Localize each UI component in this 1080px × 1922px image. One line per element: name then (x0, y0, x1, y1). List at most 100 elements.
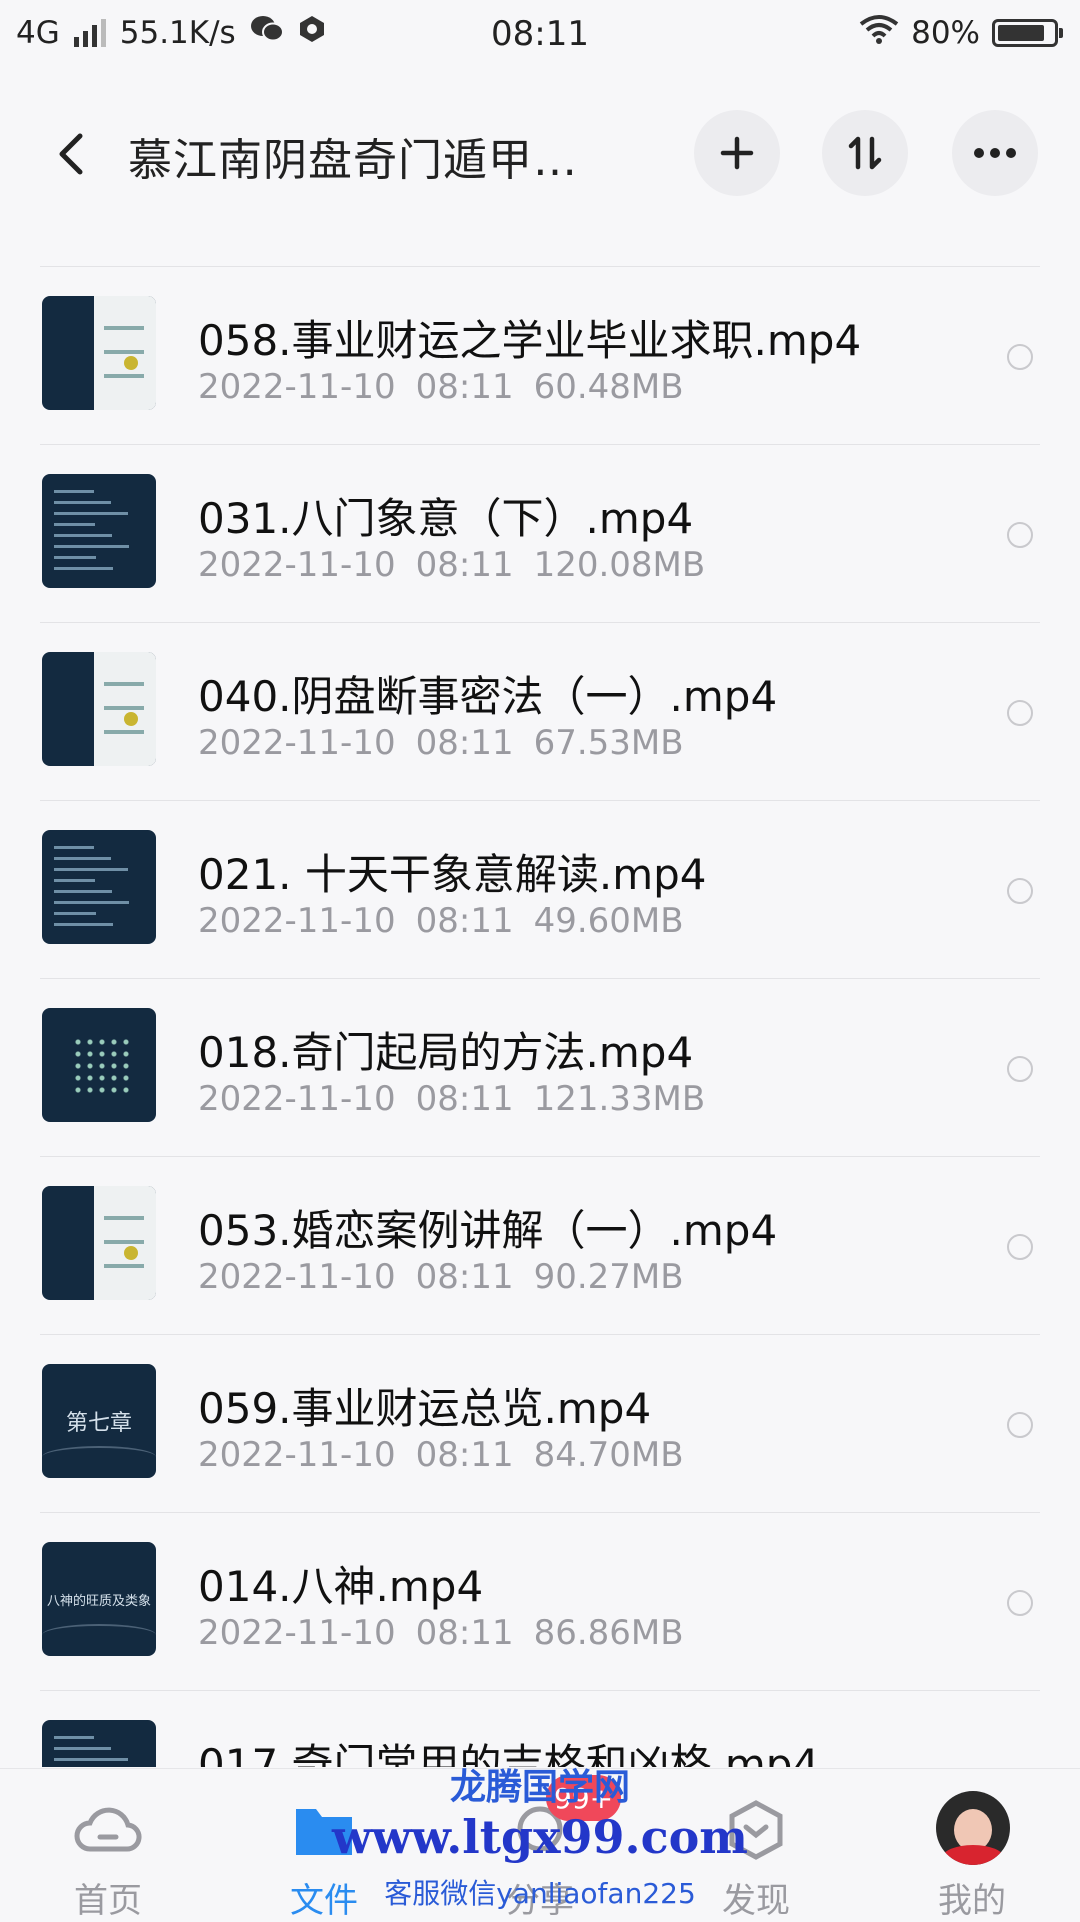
file-date: 2022-11-10 (198, 723, 396, 763)
discover-icon (729, 1800, 783, 1860)
header: 慕江南阴盘奇门遁甲… (0, 96, 1080, 212)
video-thumbnail (42, 296, 156, 410)
file-size: 60.48MB (533, 367, 684, 407)
video-thumbnail (42, 830, 156, 944)
thumbnail-caption: 第七章 (65, 1411, 132, 1436)
file-date: 2022-11-10 (198, 367, 396, 407)
select-radio[interactable] (1007, 1234, 1033, 1260)
file-size: 121.33MB (533, 1079, 706, 1119)
tab-files[interactable]: 文件 (216, 1769, 432, 1921)
tab-home[interactable]: 首页 (0, 1769, 216, 1921)
avatar (936, 1791, 1010, 1865)
sort-button[interactable] (822, 110, 908, 196)
file-time: 08:11 (415, 901, 514, 941)
file-meta: 2022-11-10 08:11 90.27MB (198, 1257, 684, 1297)
file-meta: 2022-11-10 08:11 67.53MB (198, 723, 684, 763)
more-dots-icon (974, 148, 1016, 158)
video-thumbnail (42, 1720, 156, 1767)
file-row[interactable]: 053.婚恋案例讲解（一）.mp4 2022-11-10 08:11 90.27MB (0, 1157, 1080, 1335)
file-name: 014.八神.mp4 (198, 1562, 484, 1611)
battery-percent: 80% (911, 15, 980, 51)
select-radio[interactable] (1007, 700, 1033, 726)
file-size: 84.70MB (533, 1435, 684, 1475)
file-meta: 2022-11-10 08:11 84.70MB (198, 1435, 684, 1475)
file-name: 021. 十天干象意解读.mp4 (198, 850, 707, 899)
file-time: 08:11 (415, 1257, 514, 1297)
file-size: 67.53MB (533, 723, 684, 763)
file-meta: 2022-11-10 08:11 60.48MB (198, 367, 684, 407)
file-size: 86.86MB (533, 1613, 684, 1653)
tab-label: 首页 (74, 1881, 142, 1921)
video-thumbnail (42, 474, 156, 588)
tab-label: 文件 (290, 1881, 358, 1921)
file-size: 90.27MB (533, 1257, 684, 1297)
file-row[interactable]: 017.奇门常用的吉格和凶格.mp42022-11-1008:11 (0, 1691, 1080, 1767)
file-time: 08:11 (415, 545, 514, 585)
video-thumbnail (42, 652, 156, 766)
file-date: 2022-11-10 (198, 1613, 396, 1653)
file-name: 059.事业财运总览.mp4 (198, 1384, 652, 1433)
battery-icon (992, 19, 1063, 47)
file-name: 053.婚恋案例讲解（一）.mp4 (198, 1206, 778, 1255)
file-time: 08:11 (415, 1079, 514, 1119)
add-button[interactable] (694, 110, 780, 196)
file-meta: 2022-11-10 08:11 86.86MB (198, 1613, 684, 1653)
video-thumbnail: 第七章 (42, 1364, 156, 1478)
back-button[interactable] (48, 126, 98, 182)
plus-icon (720, 136, 754, 170)
tab-discover[interactable]: 发现 (648, 1769, 864, 1921)
chevron-left-icon (59, 133, 83, 175)
file-date: 2022-11-10 (198, 1079, 396, 1119)
folder-icon (296, 1809, 352, 1855)
more-button[interactable] (952, 110, 1038, 196)
tab-me[interactable]: 我的 (864, 1769, 1080, 1921)
select-radio[interactable] (1007, 344, 1033, 370)
file-name: 058.事业财运之学业毕业求职.mp4 (198, 316, 862, 365)
video-thumbnail (42, 1186, 156, 1300)
wifi-icon (859, 14, 899, 52)
select-radio[interactable] (1007, 522, 1033, 548)
select-radio[interactable] (1007, 1056, 1033, 1082)
file-size: 49.60MB (533, 901, 684, 941)
cloud-icon (74, 1807, 142, 1852)
file-time: 08:11 (415, 367, 514, 407)
tab-share[interactable]: 99+ 分享 (432, 1769, 648, 1921)
select-radio[interactable] (1007, 1412, 1033, 1438)
file-name: 040.阴盘断事密法（一）.mp4 (198, 672, 778, 721)
file-time: 08:11 (415, 1613, 514, 1653)
tab-label: 发现 (722, 1881, 790, 1921)
video-thumbnail: 八神的旺质及类象 (42, 1542, 156, 1656)
file-row[interactable]: 058.事业财运之学业毕业求职.mp4 2022-11-10 08:11 60.48M… (0, 267, 1080, 445)
select-radio[interactable] (1007, 878, 1033, 904)
file-name: 018.奇门起局的方法.mp4 (198, 1028, 694, 1077)
file-row[interactable]: 031.八门象意（下）.mp4 2022-11-10 08:11 120.08MB (0, 445, 1080, 623)
file-meta: 2022-11-10 08:11 49.60MB (198, 901, 684, 941)
file-time: 08:11 (415, 723, 514, 763)
tab-label: 我的 (938, 1881, 1006, 1921)
file-row[interactable]: 018.奇门起局的方法.mp4 2022-11-10 08:11 121.33MB (0, 979, 1080, 1157)
file-time: 08:11 (415, 1435, 514, 1475)
file-list: 058.事业财运之学业毕业求职.mp4 2022-11-10 08:11 60.48M… (0, 267, 1080, 1767)
file-meta: 2022-11-10 08:11 121.33MB (198, 1079, 705, 1119)
thumbnail-caption: 八神的旺质及类象 (46, 1593, 151, 1609)
select-radio[interactable] (1007, 1590, 1033, 1616)
file-size: 120.08MB (533, 545, 706, 585)
file-name: 017.奇门常用的吉格和凶格.mp4 (198, 1740, 820, 1767)
notification-badge: 99+ (546, 1775, 622, 1821)
sort-icon (848, 136, 882, 170)
tab-label: 分享 (506, 1881, 574, 1921)
file-row[interactable]: 八神的旺质及类象 014.八神.mp4 2022-11-10 08:11 86.86MB (0, 1513, 1080, 1691)
file-meta: 2022-11-10 08:11 120.08MB (198, 545, 705, 585)
file-date: 2022-11-10 (198, 901, 396, 941)
status-bar: 4G 55.1K/s 08:11 80% (0, 0, 1080, 80)
file-name: 031.八门象意（下）.mp4 (198, 494, 694, 543)
video-thumbnail (42, 1008, 156, 1122)
file-row[interactable]: 040.阴盘断事密法（一）.mp4 2022-11-10 08:11 67.53MB (0, 623, 1080, 801)
file-row[interactable]: 021. 十天干象意解读.mp4 2022-11-10 08:11 49.60MB (0, 801, 1080, 979)
file-row[interactable]: 第七章 059.事业财运总览.mp4 2022-11-10 08:11 84.70MB (0, 1335, 1080, 1513)
file-date: 2022-11-10 (198, 1435, 396, 1475)
file-date: 2022-11-10 (198, 1257, 396, 1297)
page-title: 慕江南阴盘奇门遁甲… (128, 135, 578, 186)
file-date: 2022-11-10 (198, 545, 396, 585)
bottom-tab-bar: 首页 文件 99+ 分享 发现 我的 (0, 1768, 1080, 1921)
